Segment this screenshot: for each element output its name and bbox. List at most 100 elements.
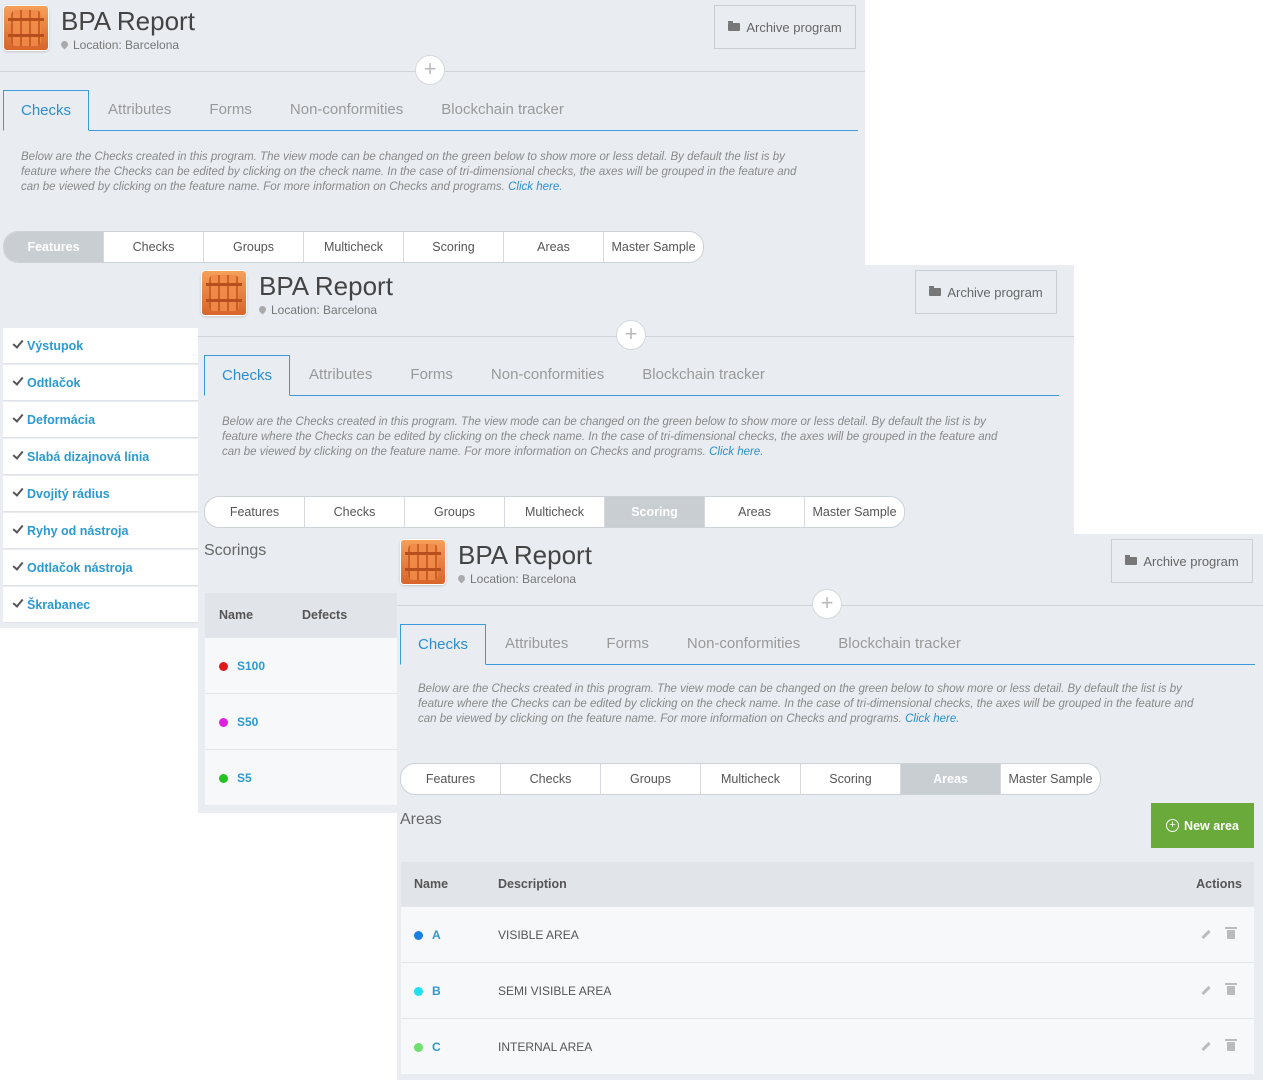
desc-line: can be viewed by clicking on the feature… bbox=[418, 713, 902, 725]
mode-multicheck[interactable]: Multicheck bbox=[701, 764, 801, 794]
trash-icon[interactable] bbox=[1225, 983, 1237, 995]
tab-checks[interactable]: Checks bbox=[400, 624, 487, 665]
mode-multicheck[interactable]: Multicheck bbox=[304, 232, 404, 262]
location-label: Location: Barcelona bbox=[257, 303, 377, 317]
trash-icon[interactable] bbox=[1225, 927, 1237, 939]
mode-master-sample[interactable]: Master Sample bbox=[1001, 764, 1100, 794]
feature-name[interactable]: Odtlačok bbox=[27, 376, 81, 390]
feature-name[interactable]: Slabá dizajnová línia bbox=[27, 450, 149, 464]
pencil-icon[interactable] bbox=[1201, 1041, 1211, 1052]
area-name[interactable]: C bbox=[432, 1040, 441, 1054]
feature-item[interactable]: Odtlačok bbox=[3, 365, 199, 401]
mode-areas[interactable]: Areas bbox=[705, 497, 805, 527]
desc-line: Below are the Checks created in this pro… bbox=[21, 151, 785, 163]
mode-features[interactable]: Features bbox=[205, 497, 305, 527]
feature-item[interactable]: Dvojitý rádius bbox=[3, 476, 199, 512]
feature-name[interactable]: Dvojitý rádius bbox=[27, 487, 110, 501]
area-name[interactable]: B bbox=[432, 984, 441, 998]
area-name[interactable]: A bbox=[432, 928, 441, 942]
mode-features[interactable]: Features bbox=[4, 232, 104, 262]
mode-multicheck[interactable]: Multicheck bbox=[505, 497, 605, 527]
checkmark-icon bbox=[12, 374, 24, 386]
checkmark-icon bbox=[12, 485, 24, 497]
tab-checks[interactable]: Checks bbox=[3, 90, 90, 131]
new-area-button[interactable]: + New area bbox=[1151, 803, 1254, 848]
area-description: VISIBLE AREA bbox=[498, 928, 579, 942]
archive-program-button[interactable]: Archive program bbox=[915, 270, 1057, 314]
location-text: Location: Barcelona bbox=[73, 38, 180, 52]
folder-icon bbox=[929, 286, 942, 296]
map-pin-icon bbox=[59, 39, 70, 50]
feature-item[interactable]: Škrabanec bbox=[3, 587, 199, 623]
archive-program-button[interactable]: Archive program bbox=[714, 5, 856, 49]
archive-program-button[interactable]: Archive program bbox=[1111, 539, 1253, 583]
tab-attributes[interactable]: Attributes bbox=[89, 90, 190, 130]
trash-icon[interactable] bbox=[1225, 1039, 1237, 1051]
tab-attributes[interactable]: Attributes bbox=[290, 355, 391, 395]
table-row: S50 bbox=[205, 693, 405, 749]
pencil-icon[interactable] bbox=[1201, 929, 1211, 940]
mode-scoring[interactable]: Scoring bbox=[801, 764, 901, 794]
click-here-link[interactable]: Click here. bbox=[905, 713, 959, 725]
mode-areas[interactable]: Areas bbox=[504, 232, 604, 262]
desc-line: feature where the Checks can be edited b… bbox=[222, 431, 998, 443]
tab-blockchain-tracker[interactable]: Blockchain tracker bbox=[422, 90, 583, 130]
feature-name[interactable]: Výstupok bbox=[27, 339, 83, 353]
feature-item[interactable]: Slabá dizajnová línia bbox=[3, 439, 199, 475]
plus-icon[interactable]: + bbox=[415, 55, 445, 85]
mode-checks[interactable]: Checks bbox=[305, 497, 405, 527]
desc-line: can be viewed by clicking on the feature… bbox=[222, 446, 706, 458]
tab-non-conformities[interactable]: Non-conformities bbox=[271, 90, 422, 130]
area-description: INTERNAL AREA bbox=[498, 1040, 593, 1054]
mode-checks[interactable]: Checks bbox=[104, 232, 204, 262]
feature-item[interactable]: Výstupok bbox=[3, 328, 199, 364]
tab-attributes[interactable]: Attributes bbox=[486, 624, 587, 664]
tab-checks[interactable]: Checks bbox=[204, 355, 291, 396]
plus-icon[interactable]: + bbox=[812, 589, 842, 619]
click-here-link[interactable]: Click here. bbox=[508, 181, 562, 193]
tab-blockchain-tracker[interactable]: Blockchain tracker bbox=[623, 355, 784, 395]
color-dot bbox=[219, 662, 228, 671]
table-row: A VISIBLE AREA bbox=[401, 906, 1254, 962]
mode-scoring[interactable]: Scoring bbox=[404, 232, 504, 262]
tab-non-conformities[interactable]: Non-conformities bbox=[472, 355, 623, 395]
mode-areas[interactable]: Areas bbox=[901, 764, 1001, 794]
desc-line: feature where the Checks can be edited b… bbox=[418, 698, 1194, 710]
tab-blockchain-tracker[interactable]: Blockchain tracker bbox=[819, 624, 980, 664]
color-dot bbox=[414, 931, 423, 940]
feature-name[interactable]: Ryhy od nástroja bbox=[27, 524, 128, 538]
desc-line: Below are the Checks created in this pro… bbox=[222, 416, 986, 428]
feature-name[interactable]: Deformácia bbox=[27, 413, 95, 427]
page-title: BPA Report bbox=[259, 271, 393, 301]
view-mode-switch: Features Checks Groups Multicheck Scorin… bbox=[3, 231, 704, 263]
mode-master-sample[interactable]: Master Sample bbox=[805, 497, 904, 527]
scoring-name[interactable]: S5 bbox=[237, 771, 252, 785]
feature-name[interactable]: Odtlačok nástroja bbox=[27, 561, 133, 575]
mode-scoring[interactable]: Scoring bbox=[605, 497, 705, 527]
tab-forms[interactable]: Forms bbox=[190, 90, 271, 130]
mode-groups[interactable]: Groups bbox=[204, 232, 304, 262]
scoring-name[interactable]: S100 bbox=[237, 659, 265, 673]
tab-forms[interactable]: Forms bbox=[391, 355, 472, 395]
mode-master-sample[interactable]: Master Sample bbox=[604, 232, 703, 262]
feature-item[interactable]: Deformácia bbox=[3, 402, 199, 438]
folder-icon bbox=[728, 21, 741, 31]
feature-name[interactable]: Škrabanec bbox=[27, 598, 90, 612]
click-here-link[interactable]: Click here. bbox=[709, 446, 763, 458]
plus-icon[interactable]: + bbox=[616, 320, 646, 350]
column-actions: Actions bbox=[1196, 877, 1242, 891]
scoring-name[interactable]: S50 bbox=[237, 715, 258, 729]
mode-features[interactable]: Features bbox=[401, 764, 501, 794]
page-title: BPA Report bbox=[61, 6, 195, 36]
mode-groups[interactable]: Groups bbox=[601, 764, 701, 794]
tab-forms[interactable]: Forms bbox=[587, 624, 668, 664]
feature-item[interactable]: Odtlačok nástroja bbox=[3, 550, 199, 586]
mode-checks[interactable]: Checks bbox=[501, 764, 601, 794]
tab-non-conformities[interactable]: Non-conformities bbox=[668, 624, 819, 664]
pencil-icon[interactable] bbox=[1201, 985, 1211, 996]
mode-groups[interactable]: Groups bbox=[405, 497, 505, 527]
feature-item[interactable]: Ryhy od nástroja bbox=[3, 513, 199, 549]
program-logo bbox=[401, 540, 445, 584]
checkmark-icon bbox=[12, 596, 24, 608]
column-name: Name bbox=[219, 608, 254, 622]
